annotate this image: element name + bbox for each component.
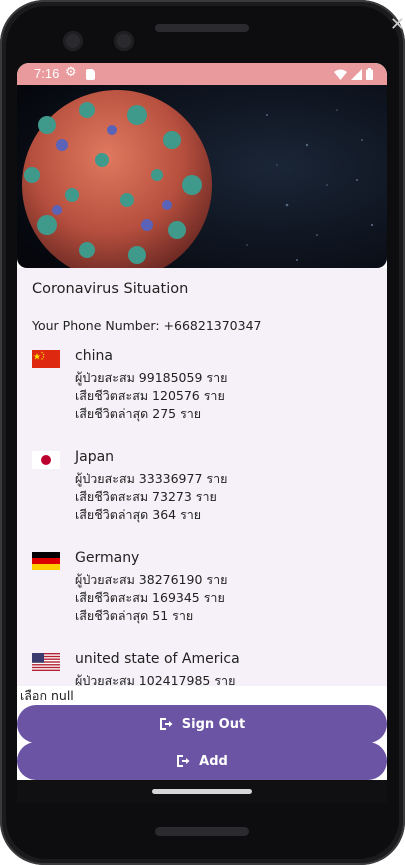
home-gesture-handle[interactable] (152, 789, 252, 794)
bottom-speaker (155, 827, 249, 836)
china-flag-icon (32, 350, 60, 368)
page-title: Coronavirus Situation (32, 281, 189, 297)
close-icon[interactable]: ✕ (390, 14, 405, 35)
deaths-recent-text: เสียชีวิตล่าสุด 275 ราย (75, 406, 202, 421)
country-name: china (75, 348, 113, 364)
status-indicators (334, 68, 373, 80)
battery-icon (366, 68, 373, 80)
logout-icon (177, 755, 190, 767)
country-name: Japan (75, 449, 115, 465)
deaths-recent-text: เสียชีวิตล่าสุด 364 ราย (75, 507, 202, 522)
add-label: Add (199, 753, 228, 769)
status-bar: 7:16 ⚙ (17, 63, 387, 85)
app-screen: 7:16 ⚙ Coronavirus Situation Your Phone … (17, 63, 387, 803)
list-item[interactable]: Germany ผู้ป่วยสะสม 38276190 ราย เสียชีว… (32, 550, 372, 640)
wifi-icon (334, 69, 347, 80)
coronavirus-hero-image (17, 85, 387, 268)
list-item[interactable]: Japan ผู้ป่วยสะสม 33336977 ราย เสียชีวิต… (32, 449, 372, 539)
country-list[interactable]: Coronavirus Situation Your Phone Number:… (17, 268, 387, 686)
selected-label: เลือก null (20, 688, 74, 703)
usa-flag-icon (32, 653, 60, 671)
sd-card-icon (86, 69, 95, 80)
deaths-total-text: เสียชีวิตสะสม 73273 ราย (75, 489, 217, 504)
country-name: united state of America (75, 651, 240, 667)
settings-icon: ⚙ (65, 65, 77, 80)
deaths-total-text: เสียชีวิตสะสม 169345 ราย (75, 590, 225, 605)
japan-flag-icon (32, 451, 60, 469)
deaths-recent-text: เสียชีวิตล่าสุด 51 ราย (75, 608, 194, 623)
front-camera (114, 31, 134, 51)
cases-text: ผู้ป่วยสะสม 102417985 ราย (75, 673, 236, 686)
germany-flag-icon (32, 552, 60, 570)
sign-out-button[interactable]: Sign Out (17, 705, 387, 743)
cases-text: ผู้ป่วยสะสม 33336977 ราย (75, 471, 228, 486)
signal-icon (351, 68, 362, 80)
list-item[interactable]: china ผู้ป่วยสะสม 99185059 ราย เสียชีวิต… (32, 348, 372, 438)
country-name: Germany (75, 550, 140, 566)
list-item[interactable]: united state of America ผู้ป่วยสะสม 1024… (32, 651, 372, 686)
sign-out-label: Sign Out (181, 716, 246, 732)
front-sensor (63, 31, 83, 51)
phone-number-label: Your Phone Number: +66821370347 (32, 318, 262, 333)
logout-icon (159, 718, 173, 730)
add-button[interactable]: Add (17, 742, 387, 780)
earpiece-speaker (155, 24, 249, 32)
deaths-total-text: เสียชีวิตสะสม 120576 ราย (75, 388, 225, 403)
cases-text: ผู้ป่วยสะสม 99185059 ราย (75, 370, 228, 385)
cases-text: ผู้ป่วยสะสม 38276190 ราย (75, 572, 228, 587)
status-time: 7:16 (34, 66, 60, 81)
